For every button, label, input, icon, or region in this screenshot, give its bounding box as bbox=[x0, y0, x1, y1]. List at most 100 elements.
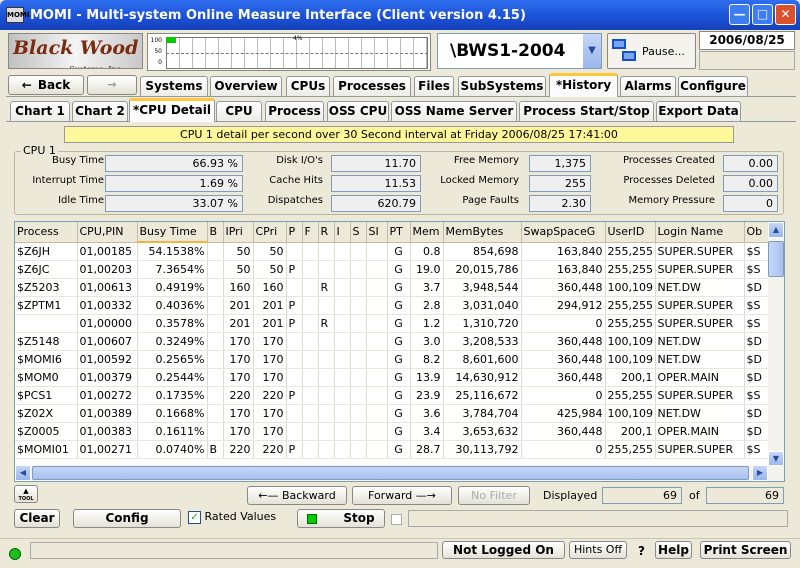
table-row[interactable]: $Z0005 01,00383 0.1611% 170 170 G 3.4 3,653,632… bbox=[15, 422, 773, 441]
table-row[interactable]: $Z5203 01,00613 0.4919% 160 160 R G 3.7 3,948,54… bbox=[15, 278, 773, 297]
scroll-right-icon[interactable]: ▶ bbox=[752, 465, 768, 481]
running-indicator-icon bbox=[307, 513, 318, 524]
subtab-cpudetail[interactable]: *CPU Detail bbox=[129, 98, 215, 122]
tab-subsystems[interactable]: SubSystems bbox=[458, 76, 546, 97]
table-cell: 170 bbox=[223, 350, 254, 369]
table-cell: 360,448 bbox=[521, 278, 606, 297]
column-header[interactable]: B bbox=[207, 222, 224, 243]
column-header[interactable]: S bbox=[350, 222, 367, 243]
vertical-scroll-thumb[interactable] bbox=[768, 241, 784, 277]
subtab-cpu[interactable]: CPU bbox=[216, 101, 262, 122]
forward-button[interactable]: Forward —→ bbox=[352, 486, 452, 505]
maximize-button[interactable]: □ bbox=[752, 4, 773, 25]
tool-button[interactable]: ▲ TOOL bbox=[14, 485, 38, 503]
tab-files[interactable]: Files bbox=[414, 76, 454, 97]
close-button[interactable]: ✕ bbox=[775, 4, 796, 25]
subtab-ossnameserver[interactable]: OSS Name Server bbox=[391, 101, 517, 122]
table-cell: 01,00607 bbox=[77, 332, 138, 351]
table-cell bbox=[350, 296, 367, 315]
column-header[interactable]: MemBytes bbox=[443, 222, 522, 243]
column-header[interactable]: CPU,PIN bbox=[77, 222, 138, 243]
clear-button[interactable]: Clear bbox=[14, 509, 60, 528]
subtab-exportdata[interactable]: Export Data bbox=[656, 101, 741, 122]
forward-nav-button[interactable]: → bbox=[87, 75, 137, 95]
subtab-process[interactable]: Process bbox=[265, 101, 324, 122]
table-cell: 255,255 bbox=[605, 386, 656, 405]
table-cell: SUPER.SUPER bbox=[655, 242, 745, 261]
scroll-up-icon[interactable]: ▲ bbox=[768, 222, 784, 238]
table-cell: $Z5203 bbox=[15, 278, 78, 297]
back-button[interactable]: ← Back bbox=[8, 75, 84, 95]
column-header[interactable]: UserID bbox=[605, 222, 656, 243]
tab-processes[interactable]: Processes bbox=[333, 76, 411, 97]
help-question-icon[interactable]: ? bbox=[638, 544, 645, 558]
print-screen-button[interactable]: Print Screen bbox=[700, 541, 791, 559]
subtab-processstartstop[interactable]: Process Start/Stop bbox=[519, 101, 654, 122]
column-header[interactable]: SI bbox=[366, 222, 388, 243]
stop-button[interactable]: Stop bbox=[297, 509, 385, 528]
column-header[interactable]: Mem bbox=[410, 222, 444, 243]
table-row[interactable]: $MOMI6 01,00592 0.2565% 170 170 G 8.2 8,601,600… bbox=[15, 350, 773, 369]
table-row[interactable]: $Z6JH 01,00185 54.1538% 50 50 G 0.8 854,698 163,… bbox=[15, 242, 773, 261]
table-cell: G bbox=[387, 314, 411, 333]
horizontal-scrollbar[interactable]: ◀ ▶ bbox=[15, 465, 784, 481]
column-header[interactable]: Process bbox=[15, 222, 78, 243]
table-cell bbox=[302, 350, 319, 369]
table-cell: P bbox=[286, 314, 303, 333]
table-cell bbox=[350, 260, 367, 279]
subtab-chart1[interactable]: Chart 1 bbox=[10, 101, 70, 122]
column-header[interactable]: P bbox=[286, 222, 303, 243]
table-row[interactable]: $MOM0 01,00379 0.2544% 170 170 G 13.9 14,630,91… bbox=[15, 368, 773, 387]
column-header[interactable]: PT bbox=[387, 222, 411, 243]
tab-history[interactable]: *History bbox=[549, 73, 618, 97]
column-header[interactable]: I bbox=[334, 222, 351, 243]
column-header[interactable]: CPri bbox=[253, 222, 287, 243]
aux-checkbox[interactable] bbox=[391, 514, 402, 525]
table-cell: SUPER.SUPER bbox=[655, 440, 745, 459]
column-header[interactable]: Login Name bbox=[655, 222, 745, 243]
pause-button[interactable]: Pause... bbox=[607, 33, 696, 69]
table-row[interactable]: $MOMI01 01,00271 0.0740% B 220 220 P G 28.7 30,11… bbox=[15, 440, 773, 459]
column-header[interactable]: Busy Time bbox=[137, 222, 208, 243]
table-row[interactable]: $PCS1 01,00272 0.1735% 220 220 P G 23.9 25,116,6… bbox=[15, 386, 773, 405]
tab-alarms[interactable]: Alarms bbox=[620, 76, 676, 97]
backward-button[interactable]: ←— Backward bbox=[247, 486, 347, 505]
login-status-button[interactable]: Not Logged On bbox=[442, 541, 565, 559]
subtab-osscpu[interactable]: OSS CPU bbox=[327, 101, 389, 122]
table-cell bbox=[334, 296, 351, 315]
minimize-button[interactable]: — bbox=[729, 4, 750, 25]
table-cell bbox=[334, 260, 351, 279]
table-cell: 01,00379 bbox=[77, 368, 138, 387]
column-header[interactable]: F bbox=[302, 222, 319, 243]
tab-systems[interactable]: Systems bbox=[140, 76, 208, 97]
table-cell: 201 bbox=[223, 296, 254, 315]
no-filter-button[interactable]: No Filter bbox=[458, 486, 530, 505]
hints-toggle-button[interactable]: Hints Off bbox=[569, 541, 627, 559]
column-header[interactable]: R bbox=[318, 222, 335, 243]
table-row[interactable]: 01,00000 0.3578% 201 201 P R G 1.2 1,310,720 0 255… bbox=[15, 314, 773, 333]
subtab-chart2[interactable]: Chart 2 bbox=[72, 101, 128, 122]
rated-values-checkbox[interactable]: ✓ Rated Values bbox=[188, 510, 276, 524]
column-header[interactable]: SwapSpaceG bbox=[521, 222, 606, 243]
vertical-scrollbar[interactable]: ▲ ▼ bbox=[768, 222, 784, 467]
system-selector[interactable]: \BWS1-2004 ▼ bbox=[437, 33, 602, 69]
window-title: MOMI - Multi-system Online Measure Inter… bbox=[30, 7, 526, 23]
table-cell bbox=[318, 242, 335, 261]
tab-configure[interactable]: Configure bbox=[678, 76, 748, 97]
scroll-left-icon[interactable]: ◀ bbox=[15, 465, 31, 481]
help-button[interactable]: Help bbox=[655, 541, 692, 559]
tab-cpus[interactable]: CPUs bbox=[286, 76, 330, 97]
table-row[interactable]: $Z5148 01,00607 0.3249% 170 170 G 3.0 3,208,533… bbox=[15, 332, 773, 351]
column-header[interactable]: IPri bbox=[223, 222, 254, 243]
process-table[interactable]: Process CPU,PIN Busy Time B IPri CPri P F R I S SI P… bbox=[14, 221, 785, 482]
table-cell bbox=[366, 422, 388, 441]
config-button[interactable]: Config bbox=[73, 509, 181, 528]
table-cell: 170 bbox=[253, 422, 287, 441]
table-row[interactable]: $ZPTM1 01,00332 0.4036% 201 201 P G 2.8 3,031,04… bbox=[15, 296, 773, 315]
tab-overview[interactable]: Overview bbox=[210, 76, 282, 97]
horizontal-scroll-thumb[interactable] bbox=[32, 466, 749, 480]
table-row[interactable]: $Z02X 01,00389 0.1668% 170 170 G 3.6 3,784,704 4… bbox=[15, 404, 773, 423]
table-cell bbox=[318, 440, 335, 459]
table-row[interactable]: $Z6JC 01,00203 7.3654% 50 50 P G 19.0 20,015,786… bbox=[15, 260, 773, 279]
chevron-down-icon[interactable]: ▼ bbox=[583, 34, 601, 68]
